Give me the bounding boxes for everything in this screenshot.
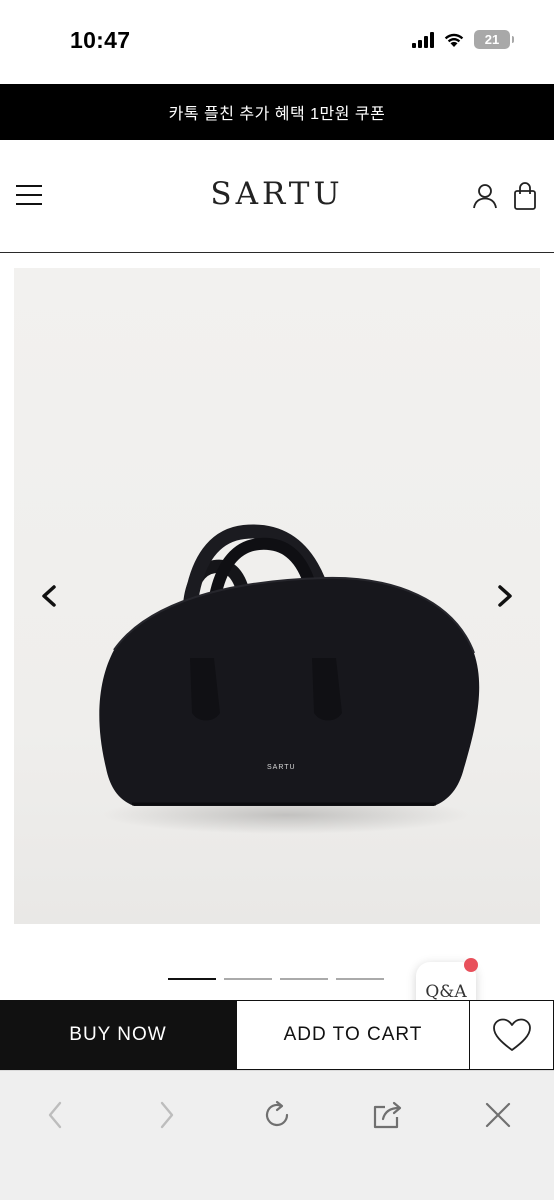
status-time: 10:47 bbox=[70, 27, 131, 53]
cellular-signal-icon bbox=[412, 31, 434, 48]
qna-label: Q&A bbox=[425, 982, 467, 1002]
account-icon[interactable] bbox=[472, 183, 498, 209]
add-to-cart-button[interactable]: ADD TO CART bbox=[236, 1000, 469, 1070]
promo-text: 카톡 플친 추가 혜택 1만원 쿠폰 bbox=[168, 106, 386, 123]
carousel-dot[interactable] bbox=[224, 978, 272, 980]
promo-banner[interactable]: 카톡 플친 추가 혜택 1만원 쿠폰 bbox=[0, 84, 554, 140]
carousel-dot[interactable] bbox=[336, 978, 384, 980]
battery-level: 21 bbox=[484, 32, 500, 47]
site-header: SARTU bbox=[0, 140, 554, 253]
qna-notification-badge bbox=[464, 958, 478, 972]
carousel-dot[interactable] bbox=[280, 978, 328, 980]
product-image[interactable]: SARTU bbox=[14, 268, 540, 924]
wifi-icon bbox=[444, 33, 464, 47]
back-icon[interactable] bbox=[40, 1099, 72, 1131]
chevron-left-icon[interactable] bbox=[38, 583, 60, 609]
battery-icon: 21 bbox=[474, 30, 514, 49]
brand-logo[interactable]: SARTU bbox=[0, 176, 554, 212]
status-icons: 21 bbox=[412, 30, 514, 49]
purchase-action-bar: BUY NOW ADD TO CART bbox=[0, 1000, 554, 1070]
bag-brand-label: SARTU bbox=[267, 764, 296, 771]
wishlist-button[interactable] bbox=[469, 1000, 554, 1070]
chevron-right-icon[interactable] bbox=[494, 583, 516, 609]
forward-icon[interactable] bbox=[150, 1099, 182, 1131]
shopping-bag-icon[interactable] bbox=[513, 182, 537, 210]
carousel-pagination bbox=[168, 978, 384, 980]
browser-toolbar bbox=[0, 1070, 554, 1200]
buy-now-button[interactable]: BUY NOW bbox=[0, 1000, 236, 1070]
close-icon[interactable] bbox=[482, 1099, 514, 1131]
share-icon[interactable] bbox=[371, 1099, 403, 1131]
heart-icon bbox=[492, 1018, 531, 1051]
carousel-dot[interactable] bbox=[168, 978, 216, 980]
reload-icon[interactable] bbox=[261, 1099, 293, 1131]
status-bar: 10:47 21 bbox=[0, 0, 554, 84]
